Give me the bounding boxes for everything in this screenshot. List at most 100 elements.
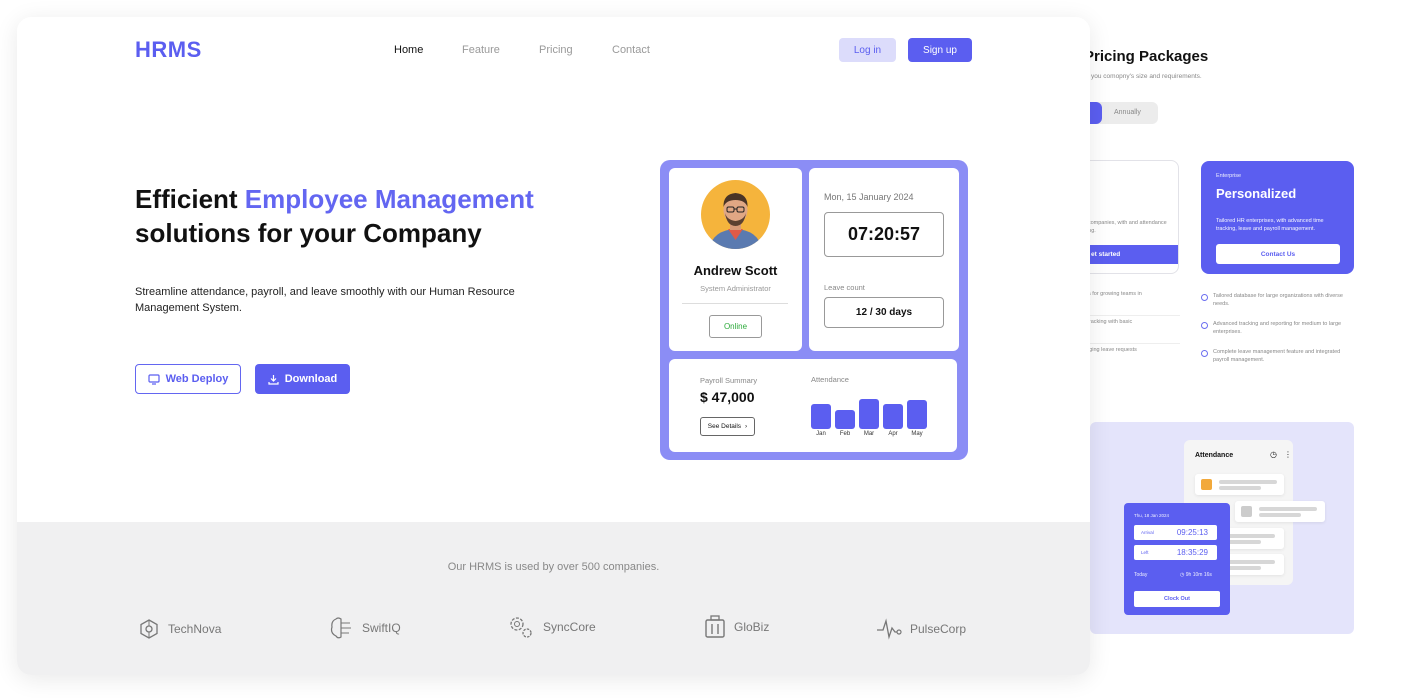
attendance-title: Attendance — [1195, 452, 1234, 459]
brand-name: SyncCore — [543, 620, 596, 634]
web-deploy-label: Web Deploy — [165, 373, 229, 385]
enterprise-feature-list: Tailored database for large organization… — [1201, 290, 1351, 374]
attendance-chart — [811, 389, 929, 429]
check-circle-icon — [1201, 322, 1208, 329]
get-started-button[interactable]: et started — [1075, 245, 1178, 264]
toggle-annually-label[interactable]: Annually — [1114, 109, 1141, 116]
nav-pricing[interactable]: Pricing — [539, 44, 573, 56]
hero-description: Streamline attendance, payroll, and leav… — [135, 286, 515, 314]
attendance-bar-jan — [811, 404, 831, 429]
arrival-box: Arrival 09:25:13 — [1134, 525, 1217, 540]
feature-text: Advanced tracking and reporting for medi… — [1213, 321, 1342, 335]
brand-globiz: GloBiz — [704, 615, 769, 639]
brand-name: PulseCorp — [910, 622, 967, 636]
brand-name: TechNova — [168, 622, 222, 636]
feature-item: anaging leave requests — [1080, 344, 1180, 372]
feature-item: data for growing teams in — [1080, 288, 1180, 316]
payroll-label: Payroll Summary — [700, 376, 758, 385]
placeholder-line — [1219, 486, 1261, 490]
brand-pulsecorp: PulseCorp — [876, 618, 966, 640]
nav-feature[interactable]: Feature — [462, 44, 500, 56]
hero-title-line2: solutions for your Company — [135, 218, 482, 248]
placeholder-line — [1219, 480, 1277, 484]
avatar — [1201, 479, 1212, 490]
logo[interactable]: HRMS — [135, 37, 202, 63]
leave-count-value: 12 / 30 days — [824, 297, 944, 328]
arrival-time: 09:25:13 — [1176, 528, 1208, 537]
plan-desc: Tailored HR enterprises, with advanced t… — [1216, 218, 1324, 232]
contact-us-button[interactable]: Contact Us — [1216, 244, 1340, 264]
placeholder-line — [1259, 507, 1317, 511]
brand-name: GloBiz — [734, 620, 770, 634]
technova-logo-icon — [140, 619, 158, 639]
monitor-icon — [148, 373, 160, 385]
feature-item: Tailored database for large organization… — [1201, 290, 1351, 318]
today-label: Today — [1134, 572, 1148, 578]
avatar — [1241, 506, 1252, 517]
login-button[interactable]: Log in — [839, 38, 896, 62]
placeholder-line — [1225, 540, 1261, 544]
hero-title-accent: Employee Management — [244, 184, 534, 214]
current-date: Mon, 15 January 2024 — [824, 192, 914, 202]
hero-heading: Efficient Employee Management solutions … — [135, 182, 534, 250]
pulsecorp-logo-icon — [877, 618, 902, 640]
attendance-month-label: May — [911, 431, 923, 437]
left-label: Left — [1141, 550, 1149, 555]
feature-text: Complete leave management feature and in… — [1213, 349, 1341, 363]
attendance-bar-mar — [859, 399, 879, 429]
attendance-row — [1195, 474, 1284, 495]
landing-window: HRMS Home Feature Pricing Contact Log in… — [17, 17, 1090, 675]
leave-count-label: Leave count — [824, 283, 865, 292]
hero-title-prefix: Efficient — [135, 184, 245, 214]
plan-tag: Enterprise — [1216, 173, 1242, 179]
web-deploy-button[interactable]: Web Deploy — [135, 364, 241, 394]
placeholder-line — [1225, 560, 1275, 564]
current-time: 07:20:57 — [824, 212, 944, 257]
page: Pricing Packages you comopny's size and … — [0, 0, 1411, 698]
placeholder-line — [1259, 513, 1301, 517]
payroll-card: Payroll Summary $ 47,000 See Details › A… — [669, 359, 957, 452]
profile-card: Andrew Scott System Administrator Online — [669, 168, 802, 351]
feature-item: ce tracking with basic — [1080, 316, 1180, 344]
feature-item: Complete leave management feature and in… — [1201, 346, 1351, 374]
person-illustration — [709, 193, 762, 249]
attendance-month-label: Jan — [816, 431, 826, 437]
clock-icon[interactable]: ◷ — [1270, 450, 1277, 459]
clock-out-button[interactable]: Clock Out — [1134, 591, 1220, 607]
billing-toggle[interactable]: Annually — [1080, 102, 1158, 124]
status-badge: Online — [709, 315, 762, 338]
nav-home[interactable]: Home — [394, 44, 423, 56]
globiz-logo-icon — [705, 615, 725, 638]
check-circle-icon — [1201, 294, 1208, 301]
see-details-button[interactable]: See Details › — [700, 417, 755, 436]
attendance-bar-apr — [883, 404, 903, 429]
download-label: Download — [284, 373, 338, 385]
attendance-month-label: Apr — [888, 431, 898, 437]
pricing-title: Pricing Packages — [1084, 48, 1209, 65]
feature-text: Tailored database for large organization… — [1213, 293, 1343, 307]
feature-item: Advanced tracking and reporting for medi… — [1201, 318, 1351, 346]
nav-contact[interactable]: Contact — [612, 44, 650, 56]
plan-name: Personalized — [1216, 186, 1297, 201]
dashboard-preview: Andrew Scott System Administrator Online… — [660, 160, 968, 460]
more-vertical-icon[interactable]: ⋮ — [1284, 450, 1292, 459]
divider — [682, 303, 788, 304]
payroll-value: $ 47,000 — [700, 389, 755, 405]
profile-name: Andrew Scott — [693, 263, 778, 278]
brand-synccore: SyncCore — [507, 614, 596, 640]
download-icon — [268, 374, 279, 385]
pricing-subtitle: you comopny's size and requirements. — [1091, 73, 1202, 80]
basic-plan-desc: wing companies, with and attendance trac… — [1075, 220, 1167, 234]
attendance-bar-may — [907, 400, 927, 429]
trusted-by-section: Our HRMS is used by over 500 companies. … — [17, 522, 1090, 675]
enterprise-plan-card: Enterprise Personalized Tailored HR ente… — [1201, 161, 1354, 274]
time-card: Mon, 15 January 2024 07:20:57 Leave coun… — [809, 168, 959, 351]
signup-button[interactable]: Sign up — [908, 38, 972, 62]
basic-feature-list: data for growing teams in ce tracking wi… — [1080, 288, 1180, 372]
check-circle-icon — [1201, 350, 1208, 357]
avatar — [701, 180, 770, 249]
download-button[interactable]: Download — [255, 364, 350, 394]
placeholder-line — [1225, 566, 1261, 570]
pricing-page-preview: Pricing Packages you comopny's size and … — [1040, 0, 1411, 698]
profile-role: System Administrator — [700, 284, 771, 293]
